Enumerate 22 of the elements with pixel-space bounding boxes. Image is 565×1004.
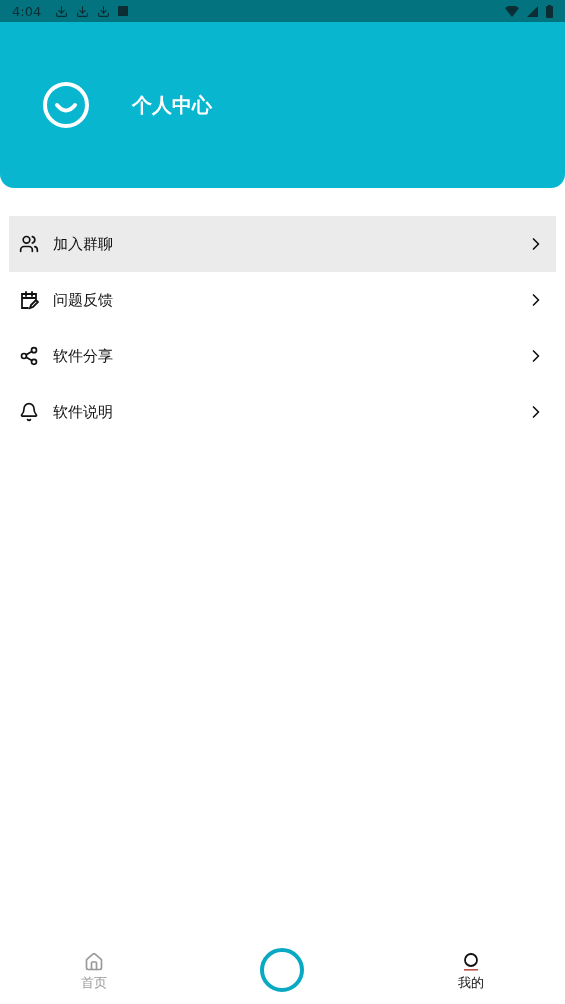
download-icon [76,4,90,18]
profile-icon [461,952,480,972]
menu-item[interactable]: 软件分享 [9,328,556,384]
center-button[interactable] [260,948,305,992]
download-icon [97,4,111,18]
home-icon [84,952,105,972]
download-icon [55,4,69,18]
share-icon [19,346,39,366]
wifi-icon [505,5,519,17]
people-icon [19,234,39,254]
signal-icon [527,5,538,17]
menu-item[interactable]: 软件说明 [9,384,556,440]
battery-icon [546,4,553,18]
header-title: 个人中心 [132,91,212,119]
calendar-pencil-icon [19,290,39,310]
bell-icon [19,402,39,422]
notification-icon [118,6,129,16]
menu-item[interactable]: 问题反馈 [9,272,556,328]
status-time: 4:04 [12,3,42,19]
smiley-icon [42,81,90,129]
menu-item[interactable]: 加入群聊 [9,216,556,272]
nav-tab[interactable]: 我的 [376,940,565,992]
